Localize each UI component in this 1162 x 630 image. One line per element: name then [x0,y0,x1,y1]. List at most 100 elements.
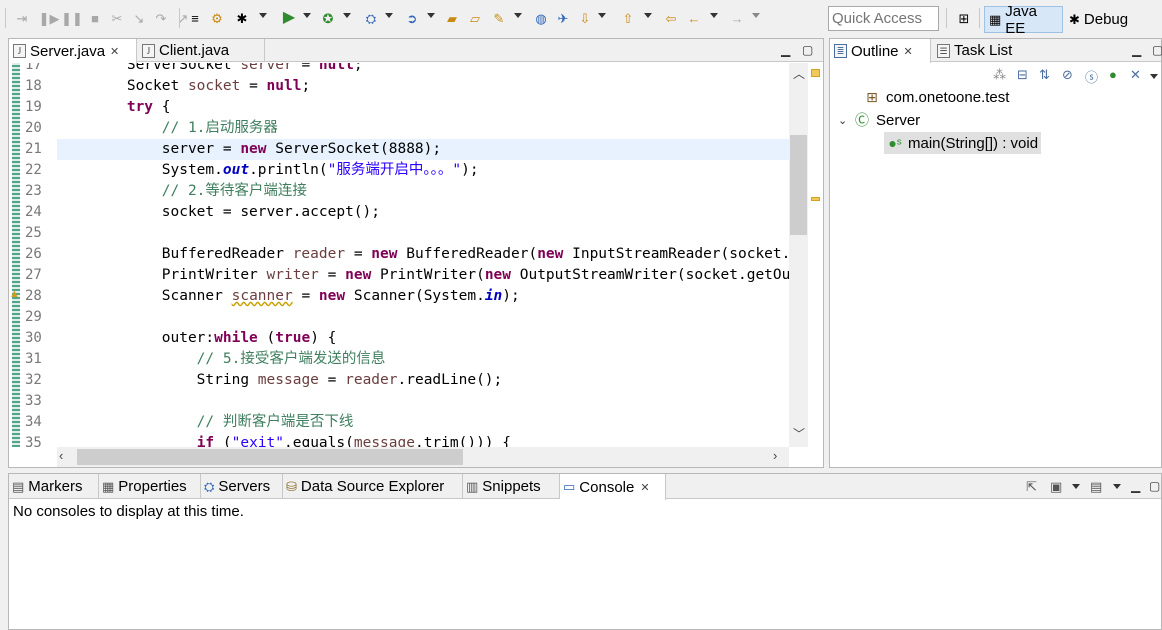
next-annotation-icon[interactable]: ⇩ [576,9,594,27]
collapse-all-icon[interactable]: ⊟ [1017,67,1028,83]
debug-icon[interactable]: ✱ [233,9,251,27]
open-task-list-icon[interactable]: ✈ [554,9,572,27]
vertical-scroll-thumb[interactable] [790,135,807,235]
code-line[interactable]: server = new ServerSocket(8888); [57,139,789,160]
open-task-icon[interactable]: ≡ [186,9,204,27]
perspective-java-ee[interactable]: ▦ Java EE [984,3,1063,37]
hide-non-public-icon[interactable]: ● [1109,67,1117,82]
code-line[interactable]: // 1.启动服务器 [57,118,789,139]
code-line[interactable]: BufferedReader reader = new BufferedRead… [57,244,789,265]
disconnect-icon[interactable]: ✂ [108,9,126,27]
view-menu-icon[interactable] [1150,74,1158,79]
code-line[interactable]: // 2.等待客户端连接 [57,181,789,202]
back-dropdown-icon[interactable] [710,13,718,18]
tab-markers[interactable]: ▤ Markers [9,474,99,499]
debug-dropdown-icon[interactable] [259,13,267,18]
minimize-icon[interactable]: ▁ [781,43,790,57]
focus-active-task-icon[interactable]: ⁂ [993,67,1006,83]
open-folder-icon[interactable]: ▱ [466,9,484,27]
minimize-icon[interactable]: ▁ [1132,43,1141,57]
open-console-dropdown-icon[interactable] [1113,484,1121,489]
vertical-scrollbar[interactable]: ︿ ﹀ [789,63,808,447]
tab-task-list[interactable]: ☰ Task List [933,39,1021,62]
new-server-icon[interactable]: ⛭ [362,9,380,27]
open-console-icon[interactable]: ▤ [1090,479,1102,495]
code-line[interactable]: String message = reader.readLine(); [57,370,789,391]
previous-annotation-dropdown-icon[interactable] [644,13,652,18]
perspective-debug[interactable]: ✱ Debug [1065,6,1145,33]
code-line[interactable] [57,223,789,244]
tab-properties[interactable]: ▦ Properties [99,474,201,499]
terminate-icon[interactable]: ■ [86,9,104,27]
scroll-left-icon[interactable]: ‹ [59,448,63,463]
horizontal-scrollbar[interactable]: ‹ › [57,447,789,467]
tab-console[interactable]: ▭ Console ✕ [560,474,666,500]
overview-warning-marker[interactable] [811,197,820,201]
tab-outline[interactable]: ≣ Outline ✕ [830,39,931,63]
forward-dropdown-icon[interactable] [752,13,760,18]
maximize-icon[interactable]: ▢ [1152,43,1162,57]
display-console-dropdown-icon[interactable] [1072,484,1080,489]
publish-dropdown-icon[interactable] [427,13,435,18]
scroll-down-icon[interactable]: ﹀ [793,425,805,442]
code-line[interactable]: ServerSocket server = null; [57,63,789,76]
tree-node-method[interactable]: ●ˢ main(String[]) : void [884,132,1042,154]
code-line[interactable]: PrintWriter writer = new PrintWriter(new… [57,265,789,286]
run-external-tool-icon[interactable]: ✪ [319,9,337,27]
maximize-icon[interactable]: ▢ [802,43,813,57]
tab-client-java[interactable]: J Client.java [138,39,265,62]
code-line[interactable]: Scanner scanner = new Scanner(System.in)… [57,286,789,307]
connect-mylyn-icon[interactable]: ⚙ [208,9,226,27]
run-icon[interactable]: ▶ [280,9,298,27]
code-line[interactable]: socket = server.accept(); [57,202,789,223]
code-line[interactable]: if ("exit".equals(message.trim())) { [57,433,789,447]
horizontal-scroll-thumb[interactable] [77,449,463,465]
open-perspective-icon[interactable]: ⊞ [955,9,973,27]
hide-static-icon[interactable]: ⓢ [1085,67,1098,86]
tree-node-package[interactable]: ⊞ com.onetoone.test [848,86,1009,108]
previous-annotation-icon[interactable]: ⇧ [619,9,637,27]
publish-icon[interactable]: ➲ [403,9,421,27]
quick-access-input[interactable] [828,6,939,31]
sort-icon[interactable]: ⇅ [1039,67,1050,83]
close-icon[interactable]: ✕ [640,481,649,494]
pin-console-icon[interactable]: ⇱ [1026,479,1037,495]
code-area[interactable]: ServerSocket server = null; Socket socke… [57,63,789,447]
search-icon[interactable]: ✎ [490,9,508,27]
suspend-icon[interactable]: ❚❚ [61,9,83,27]
resume-icon[interactable]: ❚▶ [39,9,60,27]
hide-local-types-icon[interactable]: ✕ [1130,67,1141,83]
tab-servers[interactable]: ⛭ Servers [201,474,283,499]
hide-fields-icon[interactable]: ⊘ [1062,67,1073,83]
open-type-icon[interactable]: ▰ [443,9,461,27]
code-line[interactable]: outer:while (true) { [57,328,789,349]
code-line[interactable]: Socket socket = null; [57,76,789,97]
code-line[interactable] [57,391,789,412]
step-into-icon[interactable]: ↘ [130,9,148,27]
server-dropdown-icon[interactable] [385,13,393,18]
warning-icon[interactable]: ▲ [9,288,20,300]
overview-warning-marker[interactable] [811,69,820,77]
close-icon[interactable]: ✕ [904,45,913,58]
tab-data-source-explorer[interactable]: ⛁ Data Source Explorer [283,474,463,499]
display-selected-console-icon[interactable]: ▣ [1050,479,1062,495]
chevron-down-icon[interactable]: ⌄ [838,114,852,127]
minimize-icon[interactable]: ▁ [1131,479,1140,493]
external-tool-dropdown-icon[interactable] [343,13,351,18]
code-line[interactable]: try { [57,97,789,118]
skip-breakpoints-icon[interactable]: ⇥ [13,9,31,27]
tab-server-java[interactable]: J Server.java ✕ [9,39,137,63]
forward-icon[interactable]: → [728,9,746,27]
next-annotation-dropdown-icon[interactable] [598,13,606,18]
step-over-icon[interactable]: ↷ [152,9,170,27]
tab-snippets[interactable]: ▥ Snippets [463,474,560,499]
scroll-up-icon[interactable]: ︿ [793,65,805,82]
code-line[interactable]: System.out.println("服务端开启中。。。"); [57,160,789,181]
back-icon[interactable]: ← [685,9,703,27]
code-line[interactable] [57,307,789,328]
code-line[interactable]: // 判断客户端是否下线 [57,412,789,433]
last-edit-location-icon[interactable]: ⇦ [662,9,680,27]
tree-node-class[interactable]: ⌄ Ⓒ Server [838,109,920,131]
close-icon[interactable]: ✕ [110,45,119,58]
run-dropdown-icon[interactable] [303,13,311,18]
